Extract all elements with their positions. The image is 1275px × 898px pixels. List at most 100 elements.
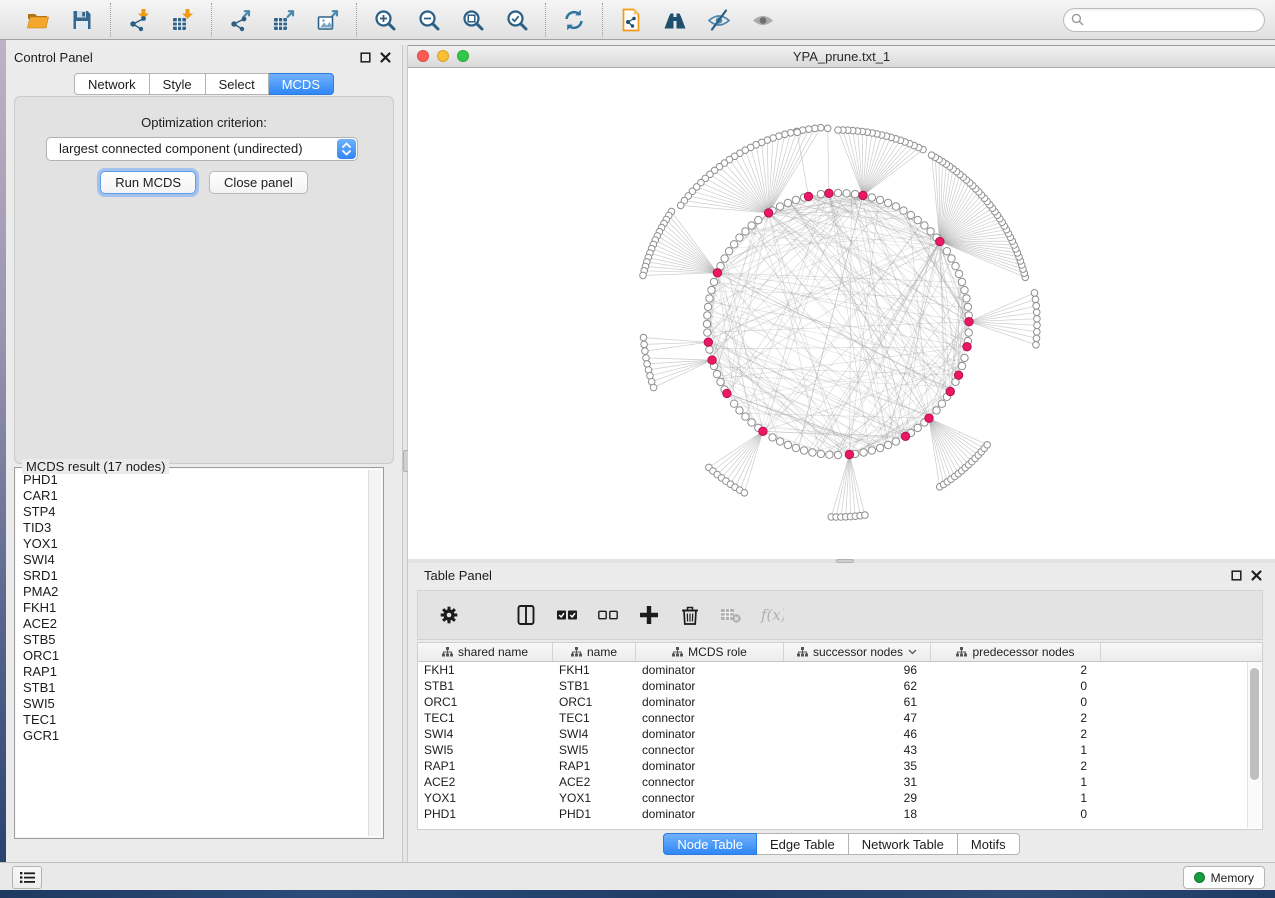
float-panel-button[interactable] <box>359 51 372 64</box>
leaf-node[interactable] <box>1033 342 1040 349</box>
ring-node[interactable] <box>792 196 799 203</box>
column-header-predecessor-nodes[interactable]: predecessor nodes <box>931 643 1101 661</box>
table-row[interactable]: ORC1ORC1dominator610 <box>418 694 1262 710</box>
leaf-node[interactable] <box>835 127 842 134</box>
ring-node[interactable] <box>742 228 749 235</box>
export-image-button[interactable] <box>315 7 341 33</box>
close-panel-button[interactable] <box>379 51 392 64</box>
mcds-hub-node[interactable] <box>965 318 973 326</box>
column-header-name[interactable]: name <box>553 643 636 661</box>
ring-node[interactable] <box>914 424 921 431</box>
window-minimize-button[interactable] <box>437 50 449 62</box>
mcds-hub-node[interactable] <box>901 432 909 440</box>
mcds-hub-node[interactable] <box>925 414 933 422</box>
leaf-node[interactable] <box>1034 329 1041 336</box>
ring-node[interactable] <box>710 278 717 285</box>
ring-node[interactable] <box>900 207 907 214</box>
leaf-node[interactable] <box>1033 309 1040 316</box>
zoom-selected-button[interactable] <box>504 7 530 33</box>
first-neighbors-button[interactable] <box>662 7 688 33</box>
ring-node[interactable] <box>892 438 899 445</box>
save-session-button[interactable] <box>69 7 95 33</box>
mcds-result-item[interactable]: STB5 <box>17 632 367 648</box>
ring-node[interactable] <box>834 451 841 458</box>
scrollbar-thumb[interactable] <box>1250 668 1259 780</box>
hide-selected-button[interactable] <box>706 7 732 33</box>
mcds-result-item[interactable]: CAR1 <box>17 488 367 504</box>
tab-edge-table[interactable]: Edge Table <box>757 833 849 855</box>
mcds-result-item[interactable]: SWI4 <box>17 552 367 568</box>
ring-node[interactable] <box>958 362 965 369</box>
mcds-hub-node[interactable] <box>723 389 731 397</box>
ring-node[interactable] <box>952 262 959 269</box>
table-row[interactable]: RAP1RAP1dominator352 <box>418 758 1262 774</box>
close-mcds-panel-button[interactable]: Close panel <box>209 171 308 194</box>
leaf-node[interactable] <box>644 361 651 368</box>
mcds-result-item[interactable]: PHD1 <box>17 472 367 488</box>
ring-node[interactable] <box>776 438 783 445</box>
ring-node[interactable] <box>776 203 783 210</box>
mcds-hub-node[interactable] <box>859 191 867 199</box>
ring-node[interactable] <box>784 199 791 206</box>
leaf-node[interactable] <box>1034 316 1041 323</box>
leaf-node[interactable] <box>741 490 748 497</box>
mcds-result-item[interactable]: TID3 <box>17 520 367 536</box>
zoom-fit-button[interactable] <box>460 7 486 33</box>
ring-node[interactable] <box>958 278 965 285</box>
table-scrollbar[interactable] <box>1247 662 1261 828</box>
ring-node[interactable] <box>706 295 713 302</box>
leaf-node[interactable] <box>641 341 648 348</box>
mcds-hub-node[interactable] <box>936 237 944 245</box>
ring-node[interactable] <box>884 199 891 206</box>
leaf-node[interactable] <box>794 129 801 136</box>
ring-node[interactable] <box>943 248 950 255</box>
ring-node[interactable] <box>826 451 833 458</box>
tab-motifs[interactable]: Motifs <box>958 833 1020 855</box>
network-file-button[interactable] <box>618 7 644 33</box>
ring-node[interactable] <box>809 449 816 456</box>
column-visibility-button[interactable] <box>513 602 539 628</box>
open-session-button[interactable] <box>25 7 51 33</box>
ring-node[interactable] <box>742 413 749 420</box>
ring-node[interactable] <box>817 190 824 197</box>
task-history-button[interactable] <box>12 866 42 889</box>
ring-node[interactable] <box>704 312 711 319</box>
tab-mcds[interactable]: MCDS <box>269 73 334 95</box>
ring-node[interactable] <box>868 194 875 201</box>
ring-node[interactable] <box>876 196 883 203</box>
leaf-node[interactable] <box>805 126 812 133</box>
ring-node[interactable] <box>907 211 914 218</box>
leaf-node[interactable] <box>984 442 991 449</box>
mcds-result-item[interactable]: ORC1 <box>17 648 367 664</box>
leaf-node[interactable] <box>1032 296 1039 303</box>
ring-node[interactable] <box>914 216 921 223</box>
search-input[interactable] <box>1088 12 1257 28</box>
ring-node[interactable] <box>851 190 858 197</box>
ring-node[interactable] <box>713 370 720 377</box>
ring-node[interactable] <box>868 447 875 454</box>
leaf-node[interactable] <box>928 152 935 159</box>
mcds-result-item[interactable]: ACE2 <box>17 616 367 632</box>
deselect-all-rows-button[interactable] <box>595 602 621 628</box>
run-mcds-button[interactable]: Run MCDS <box>100 171 196 194</box>
mcds-hub-node[interactable] <box>764 209 772 217</box>
optimization-criterion-select[interactable]: largest connected component (undirected) <box>46 137 358 161</box>
ring-node[interactable] <box>965 329 972 336</box>
ring-node[interactable] <box>892 203 899 210</box>
mcds-result-item[interactable]: TEC1 <box>17 712 367 728</box>
mcds-hub-node[interactable] <box>713 269 721 277</box>
leaf-node[interactable] <box>640 272 647 279</box>
tab-network-table[interactable]: Network Table <box>849 833 958 855</box>
window-maximize-button[interactable] <box>457 50 469 62</box>
table-row[interactable]: YOX1YOX1connector291 <box>418 790 1262 806</box>
leaf-node[interactable] <box>1033 335 1040 342</box>
mcds-result-item[interactable]: GCR1 <box>17 728 367 744</box>
leaf-node[interactable] <box>643 355 650 362</box>
ring-node[interactable] <box>784 441 791 448</box>
zoom-out-button[interactable] <box>416 7 442 33</box>
ring-node[interactable] <box>834 189 841 196</box>
mcds-hub-node[interactable] <box>704 338 712 346</box>
leaf-node[interactable] <box>812 125 819 132</box>
column-header-shared-name[interactable]: shared name <box>418 643 553 661</box>
ring-node[interactable] <box>961 286 968 293</box>
